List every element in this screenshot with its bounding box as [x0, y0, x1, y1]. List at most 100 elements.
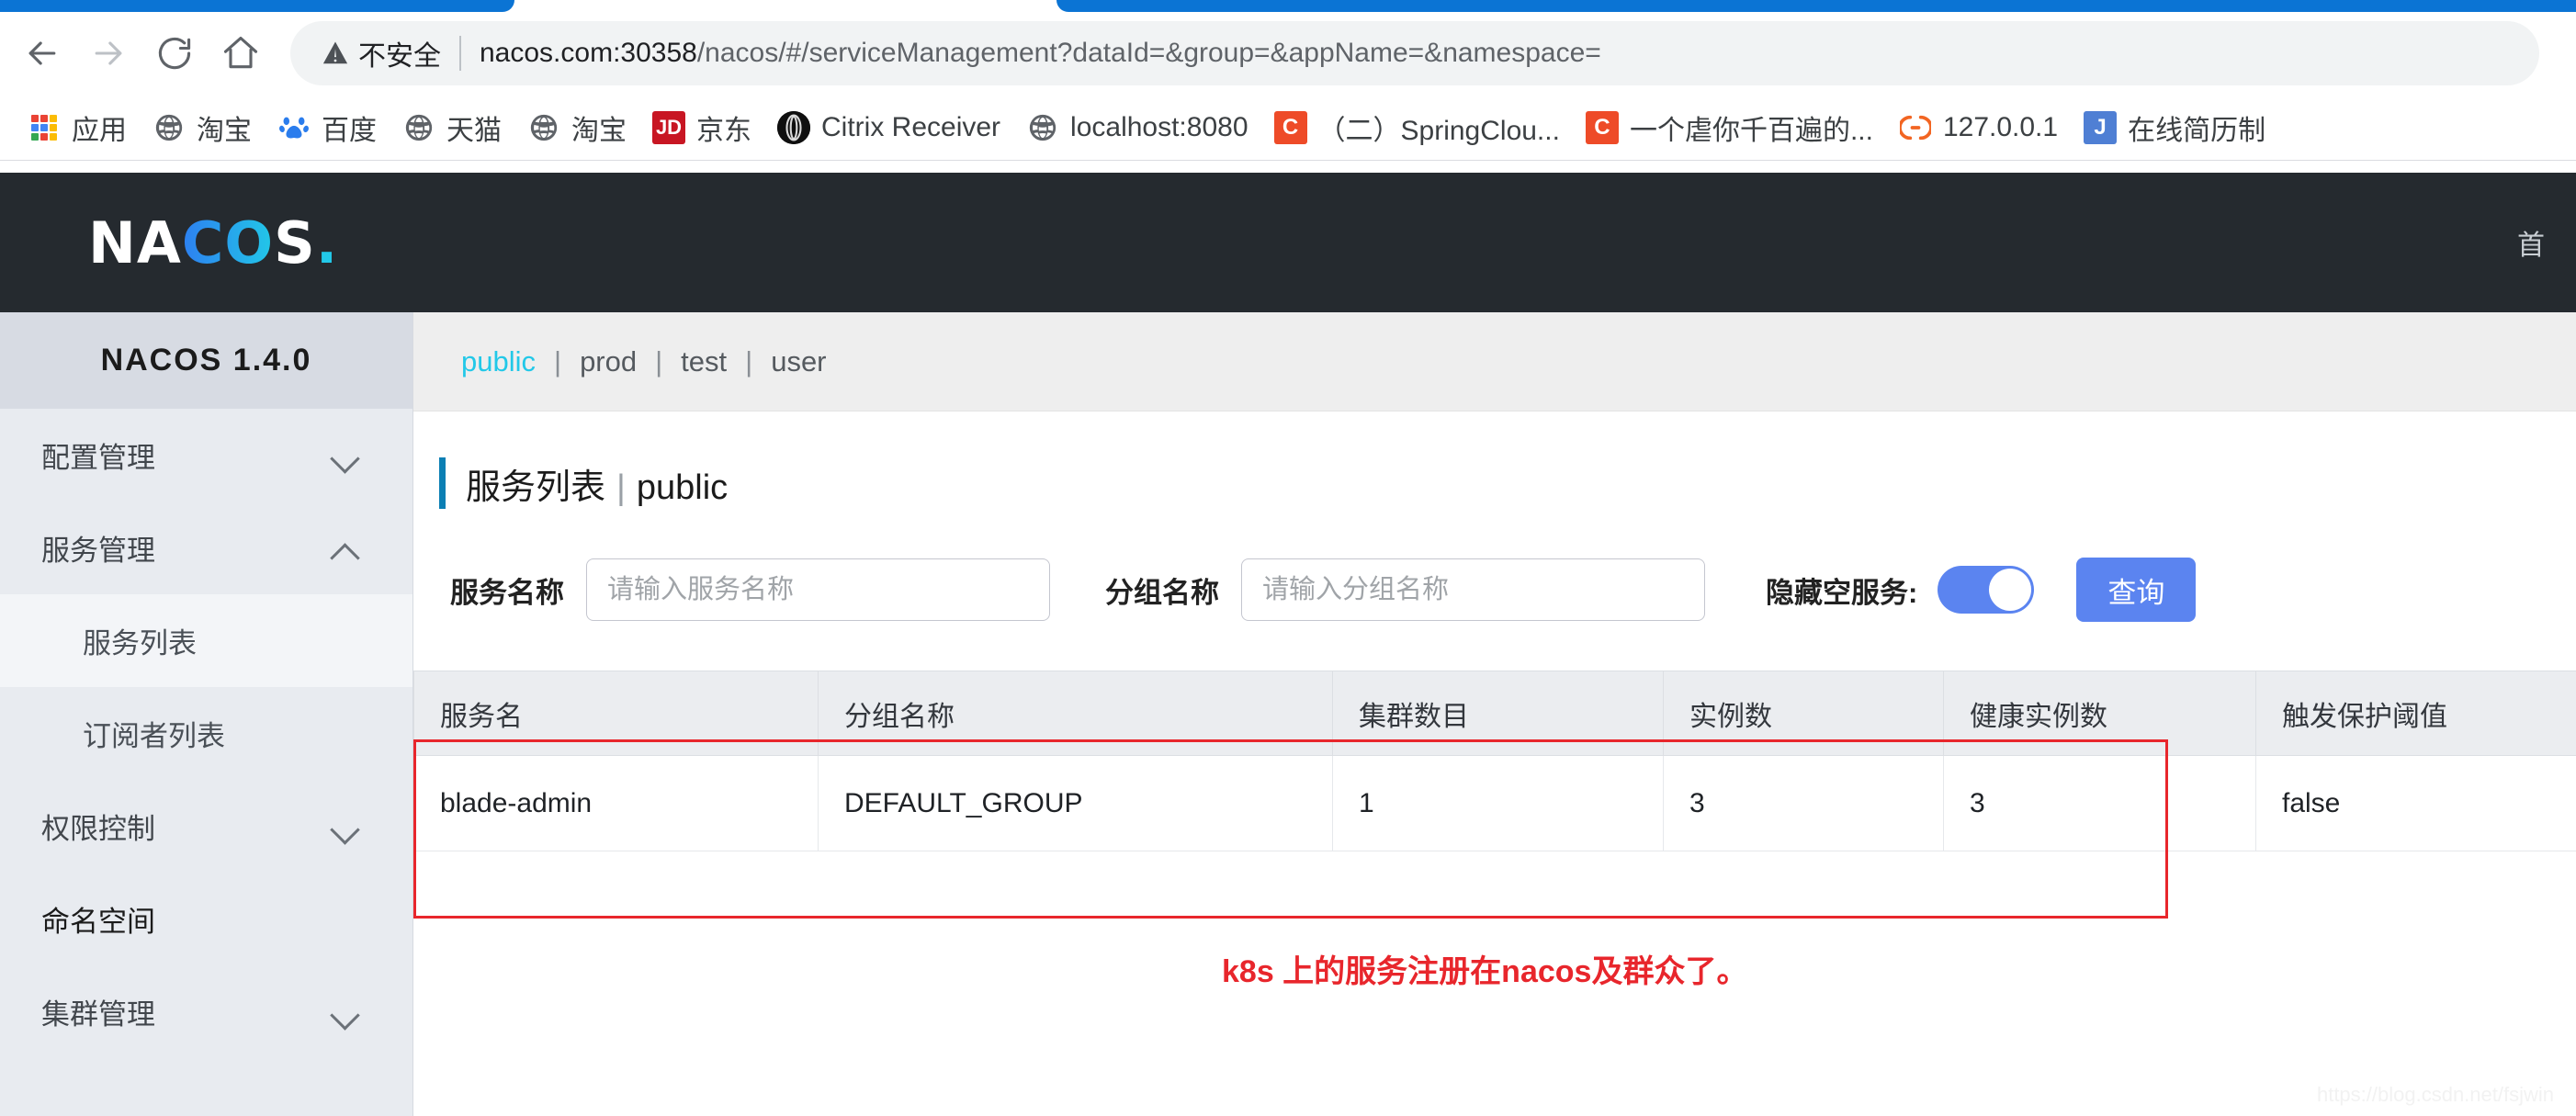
- bookmark-label: 淘宝: [571, 115, 627, 146]
- bookmark-baidu[interactable]: 百度: [265, 102, 390, 153]
- sidebar-item-label: 命名空间: [41, 906, 155, 938]
- bookmark-apps[interactable]: 应用: [15, 102, 140, 153]
- apps-grid-icon: [28, 111, 61, 144]
- namespace-divider: |: [655, 344, 663, 378]
- orange-link-icon: [1898, 110, 1932, 144]
- sidebar-item-namespace[interactable]: 命名空间: [0, 873, 412, 965]
- page-title: 服务列表 | public: [466, 458, 728, 509]
- page-title-separator: |: [616, 468, 626, 507]
- service-table-wrap: 服务名 分组名称 集群数目 实例数 健康实例数 触发保护阈值 blade-adm…: [413, 671, 2576, 851]
- sidebar-item-config-management[interactable]: 配置管理: [0, 409, 412, 502]
- namespace-tab-user[interactable]: user: [754, 345, 842, 378]
- namespace-tab-test[interactable]: test: [664, 345, 743, 378]
- citrix-icon: [777, 110, 810, 144]
- search-form: 服务名称 分组名称 隐藏空服务: 查询: [450, 553, 2576, 626]
- query-button[interactable]: 查询: [2076, 558, 2197, 622]
- bookmark-label: 百度: [322, 115, 377, 146]
- namespace-tab-prod[interactable]: prod: [563, 345, 653, 378]
- forward-icon[interactable]: [75, 20, 141, 86]
- page-title-namespace: public: [636, 468, 729, 507]
- table-row[interactable]: blade-admin DEFAULT_GROUP 1 3 3 false: [413, 755, 2576, 851]
- omnibox[interactable]: 不安全 nacos.com:30358/nacos/#/serviceManag…: [290, 21, 2539, 85]
- cell-group-name: DEFAULT_GROUP: [818, 755, 1333, 851]
- bookmark-tmall[interactable]: 天猫: [390, 102, 514, 153]
- chevron-down-icon: [332, 1004, 359, 1020]
- bookmark-taobao-2[interactable]: 淘宝: [514, 102, 639, 153]
- url-text: nacos.com:30358/nacos/#/serviceManagemen…: [480, 38, 1601, 69]
- logo-text-dot: .: [315, 209, 339, 276]
- sidebar-item-permission-control[interactable]: 权限控制: [0, 780, 412, 873]
- table-header-row: 服务名 分组名称 集群数目 实例数 健康实例数 触发保护阈值: [413, 671, 2576, 756]
- nacos-logo[interactable]: NA CO S.: [88, 209, 338, 276]
- bookmark-citrix[interactable]: Citrix Receiver: [764, 102, 1013, 153]
- browser-tab-2[interactable]: [1056, 0, 2576, 12]
- bookmark-label: 天猫: [446, 115, 502, 146]
- hide-empty-service-toggle[interactable]: [1938, 566, 2035, 614]
- bookmark-resume[interactable]: J 在线简历制: [2071, 102, 2278, 153]
- bookmark-localip[interactable]: 127.0.0.1: [1886, 102, 2071, 153]
- group-name-input[interactable]: [1241, 558, 1705, 621]
- bookmark-label: 京东: [696, 115, 751, 146]
- table-header-healthy-instance-count: 健康实例数: [1943, 671, 2256, 756]
- cell-healthy-instance-count: 3: [1943, 755, 2256, 851]
- chevron-up-icon: [332, 540, 359, 557]
- bookmark-localhost[interactable]: localhost:8080: [1013, 102, 1260, 153]
- sidebar: NACOS 1.4.0 配置管理 服务管理 服务列表 订阅者列表 权限控制 命名…: [0, 312, 413, 1116]
- sidebar-item-cluster-management[interactable]: 集群管理: [0, 965, 412, 1058]
- chevron-down-icon: [332, 818, 359, 835]
- url-path: /nacos/#/serviceManagement?dataId=&group…: [696, 38, 1601, 68]
- table-body: blade-admin DEFAULT_GROUP 1 3 3 false: [413, 755, 2576, 851]
- namespace-tabs: public | prod | test | user: [413, 312, 2576, 411]
- header-nav-home[interactable]: 首: [2486, 222, 2576, 263]
- logo-text-na: NA: [88, 209, 182, 276]
- globe-icon: [1026, 110, 1060, 144]
- watermark: https://blog.csdn.net/fsjwin: [2316, 1083, 2554, 1106]
- sidebar-item-label: 服务列表: [83, 627, 197, 659]
- main-content: public | prod | test | user 服务列表 | public …: [413, 312, 2576, 1116]
- back-icon[interactable]: [9, 20, 75, 86]
- bookmark-springcloud[interactable]: C （二）SpringClou...: [1261, 102, 1573, 153]
- cell-protect-threshold: false: [2255, 755, 2576, 851]
- bookmarks-bar: 应用 淘宝 百度 天猫 淘宝 JD 京东 Citrix Receiver loc…: [0, 95, 2576, 161]
- sidebar-item-service-list[interactable]: 服务列表: [0, 594, 412, 687]
- cell-service-name: blade-admin: [413, 755, 819, 851]
- table-header-protect-threshold: 触发保护阈值: [2255, 671, 2576, 756]
- jd-icon: JD: [652, 110, 685, 144]
- service-name-label: 服务名称: [450, 576, 564, 609]
- home-icon[interactable]: [208, 20, 274, 86]
- chevron-down-icon: [332, 447, 359, 464]
- sidebar-item-label: 权限控制: [41, 813, 155, 845]
- sidebar-item-subscriber-list[interactable]: 订阅者列表: [0, 687, 412, 780]
- not-secure-warning-icon: [322, 39, 349, 67]
- logo-text-s: S: [274, 209, 316, 276]
- bookmark-label: 淘宝: [197, 115, 252, 146]
- toggle-knob: [1989, 569, 2032, 611]
- bookmark-jd[interactable]: JD 京东: [639, 102, 764, 153]
- hide-empty-service-label: 隐藏空服务:: [1766, 576, 1918, 609]
- page-title-text: 服务列表: [466, 468, 606, 507]
- app-body: NACOS 1.4.0 配置管理 服务管理 服务列表 订阅者列表 权限控制 命名…: [0, 312, 2576, 1116]
- url-host: nacos.com:30358: [480, 38, 697, 68]
- browser-tab-1[interactable]: [0, 0, 514, 12]
- table-head: 服务名 分组名称 集群数目 实例数 健康实例数 触发保护阈值: [413, 671, 2576, 756]
- bookmark-label: 在线简历制: [2128, 115, 2266, 146]
- csdn-c-icon: C: [1273, 110, 1307, 144]
- table-header-cluster-count: 集群数目: [1332, 671, 1664, 756]
- service-name-input[interactable]: [586, 558, 1050, 621]
- bookmark-label: Citrix Receiver: [821, 111, 1001, 142]
- group-name-label: 分组名称: [1105, 576, 1219, 609]
- bookmark-label: 127.0.0.1: [1942, 111, 2059, 142]
- bookmark-article[interactable]: C 一个虐你千百遍的...: [1573, 102, 1886, 153]
- title-accent-bar: [439, 457, 446, 509]
- bookmark-label: 一个虐你千百遍的...: [1629, 115, 1873, 146]
- cell-instance-count: 3: [1663, 755, 1944, 851]
- sidebar-item-label: 集群管理: [41, 998, 155, 1031]
- sidebar-item-label: 订阅者列表: [83, 720, 225, 752]
- baidu-paw-icon: [277, 110, 311, 144]
- namespace-tab-public[interactable]: public: [445, 345, 552, 378]
- service-table: 服务名 分组名称 集群数目 实例数 健康实例数 触发保护阈值 blade-adm…: [413, 671, 2576, 851]
- bookmark-taobao-1[interactable]: 淘宝: [140, 102, 265, 153]
- sidebar-item-service-management[interactable]: 服务管理: [0, 502, 412, 594]
- bookmark-label: （二）SpringClou...: [1317, 115, 1560, 146]
- reload-icon[interactable]: [141, 20, 208, 86]
